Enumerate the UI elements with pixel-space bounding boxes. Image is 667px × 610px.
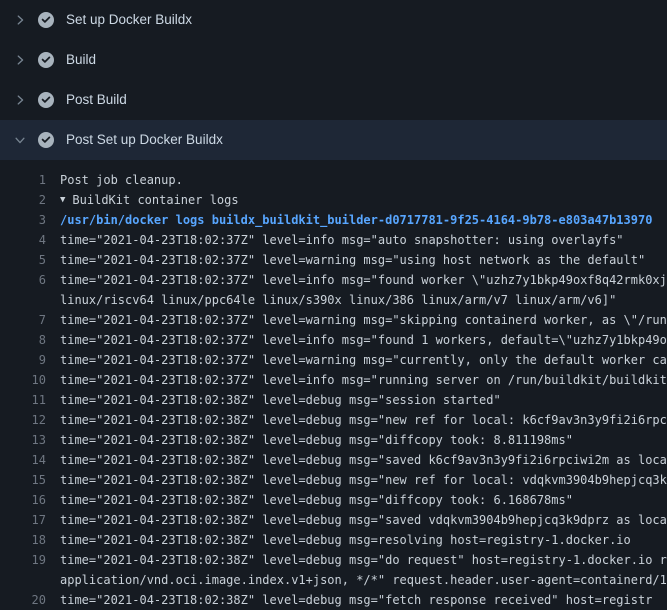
step-label: Set up Docker Buildx (66, 13, 192, 27)
log-line-number[interactable]: 14 (0, 450, 60, 470)
check-circle-icon (38, 52, 54, 68)
log-panel: 1 Post job cleanup. 2 ▼ BuildKit contain… (0, 160, 667, 610)
log-line: 2 ▼ BuildKit container logs (0, 190, 667, 210)
log-line: application/vnd.oci.image.index.v1+json,… (0, 570, 667, 590)
log-line-number[interactable]: 17 (0, 510, 60, 530)
check-circle-icon (38, 92, 54, 108)
log-line-number[interactable]: 9 (0, 350, 60, 370)
log-line-text: time="2021-04-23T18:02:38Z" level=debug … (60, 590, 667, 610)
step-list: Set up Docker Buildx Build Post Buil (0, 0, 667, 160)
step-header[interactable]: Build (0, 40, 667, 80)
log-line: 9 time="2021-04-23T18:02:37Z" level=warn… (0, 350, 667, 370)
log-line-number[interactable]: 13 (0, 430, 60, 450)
log-line: 6 time="2021-04-23T18:02:37Z" level=info… (0, 270, 667, 290)
log-line: 1 Post job cleanup. (0, 170, 667, 190)
log-line-text: application/vnd.oci.image.index.v1+json,… (60, 570, 667, 590)
chevron-icon (12, 132, 28, 148)
log-line-text: time="2021-04-23T18:02:37Z" level=info m… (60, 230, 667, 250)
log-line-number[interactable]: 11 (0, 390, 60, 410)
step-header[interactable]: Post Build (0, 80, 667, 120)
log-line-text: time="2021-04-23T18:02:38Z" level=debug … (60, 510, 667, 530)
log-line-text: time="2021-04-23T18:02:38Z" level=debug … (60, 390, 667, 410)
log-line-number[interactable]: 7 (0, 310, 60, 330)
log-line: 13 time="2021-04-23T18:02:38Z" level=deb… (0, 430, 667, 450)
log-line: 16 time="2021-04-23T18:02:38Z" level=deb… (0, 490, 667, 510)
log-line-number[interactable] (0, 570, 60, 590)
log-line-text: time="2021-04-23T18:02:38Z" level=debug … (60, 490, 667, 510)
log-line-text: time="2021-04-23T18:02:38Z" level=debug … (60, 430, 667, 450)
log-line-text: time="2021-04-23T18:02:37Z" level=warnin… (60, 310, 667, 330)
chevron-icon (12, 92, 28, 108)
step-label: Build (66, 53, 96, 67)
log-line-number[interactable]: 8 (0, 330, 60, 350)
log-line-number[interactable]: 18 (0, 530, 60, 550)
log-line: 4 time="2021-04-23T18:02:37Z" level=info… (0, 230, 667, 250)
step-header[interactable]: Post Set up Docker Buildx (0, 120, 667, 160)
log-line-number[interactable]: 2 (0, 190, 60, 210)
log-line-number[interactable]: 6 (0, 270, 60, 290)
log-line-text: /usr/bin/docker logs buildx_buildkit_bui… (60, 210, 667, 230)
log-line-number[interactable]: 12 (0, 410, 60, 430)
log-line: linux/riscv64 linux/ppc64le linux/s390x … (0, 290, 667, 310)
log-line-text: time="2021-04-23T18:02:37Z" level=info m… (60, 330, 667, 350)
log-line-number[interactable]: 16 (0, 490, 60, 510)
log-line-number[interactable]: 4 (0, 230, 60, 250)
log-line-text: time="2021-04-23T18:02:38Z" level=debug … (60, 470, 667, 490)
log-line: 5 time="2021-04-23T18:02:37Z" level=warn… (0, 250, 667, 270)
log-line-text: linux/riscv64 linux/ppc64le linux/s390x … (60, 290, 667, 310)
log-line-number[interactable]: 10 (0, 370, 60, 390)
chevron-icon (12, 52, 28, 68)
log-line-number[interactable]: 3 (0, 210, 60, 230)
log-line-text: time="2021-04-23T18:02:38Z" level=debug … (60, 410, 667, 430)
log-line-text: Post job cleanup. (60, 170, 667, 190)
log-line-number[interactable] (0, 290, 60, 310)
log-line: 8 time="2021-04-23T18:02:37Z" level=info… (0, 330, 667, 350)
log-line-text: time="2021-04-23T18:02:37Z" level=info m… (60, 270, 667, 290)
log-line: 20 time="2021-04-23T18:02:38Z" level=deb… (0, 590, 667, 610)
log-line: 7 time="2021-04-23T18:02:37Z" level=warn… (0, 310, 667, 330)
check-circle-icon (38, 12, 54, 28)
log-line-text: BuildKit container logs (72, 190, 667, 210)
log-line-number[interactable]: 5 (0, 250, 60, 270)
chevron-icon (12, 12, 28, 28)
log-line-number[interactable]: 19 (0, 550, 60, 570)
log-line: 18 time="2021-04-23T18:02:38Z" level=deb… (0, 530, 667, 550)
log-line-text: time="2021-04-23T18:02:38Z" level=debug … (60, 550, 667, 570)
step-header[interactable]: Set up Docker Buildx (0, 0, 667, 40)
log-line-number[interactable]: 20 (0, 590, 60, 610)
check-circle-icon (38, 132, 54, 148)
log-line-text: time="2021-04-23T18:02:37Z" level=info m… (60, 370, 667, 390)
log-line: 14 time="2021-04-23T18:02:38Z" level=deb… (0, 450, 667, 470)
step-label: Post Build (66, 93, 127, 107)
log-line: 10 time="2021-04-23T18:02:37Z" level=inf… (0, 370, 667, 390)
step-label: Post Set up Docker Buildx (66, 133, 223, 147)
log-line: 11 time="2021-04-23T18:02:38Z" level=deb… (0, 390, 667, 410)
log-line: 19 time="2021-04-23T18:02:38Z" level=deb… (0, 550, 667, 570)
log-line: 3 /usr/bin/docker logs buildx_buildkit_b… (0, 210, 667, 230)
log-line-text: time="2021-04-23T18:02:38Z" level=debug … (60, 450, 667, 470)
log-line: 15 time="2021-04-23T18:02:38Z" level=deb… (0, 470, 667, 490)
log-line: 17 time="2021-04-23T18:02:38Z" level=deb… (0, 510, 667, 530)
log-line-text: time="2021-04-23T18:02:38Z" level=debug … (60, 530, 667, 550)
log-line-text: time="2021-04-23T18:02:37Z" level=warnin… (60, 350, 667, 370)
log-line-text: time="2021-04-23T18:02:37Z" level=warnin… (60, 250, 667, 270)
log-line: 12 time="2021-04-23T18:02:38Z" level=deb… (0, 410, 667, 430)
log-line-number[interactable]: 15 (0, 470, 60, 490)
group-toggle-icon[interactable]: ▼ (60, 190, 65, 210)
log-line-number[interactable]: 1 (0, 170, 60, 190)
